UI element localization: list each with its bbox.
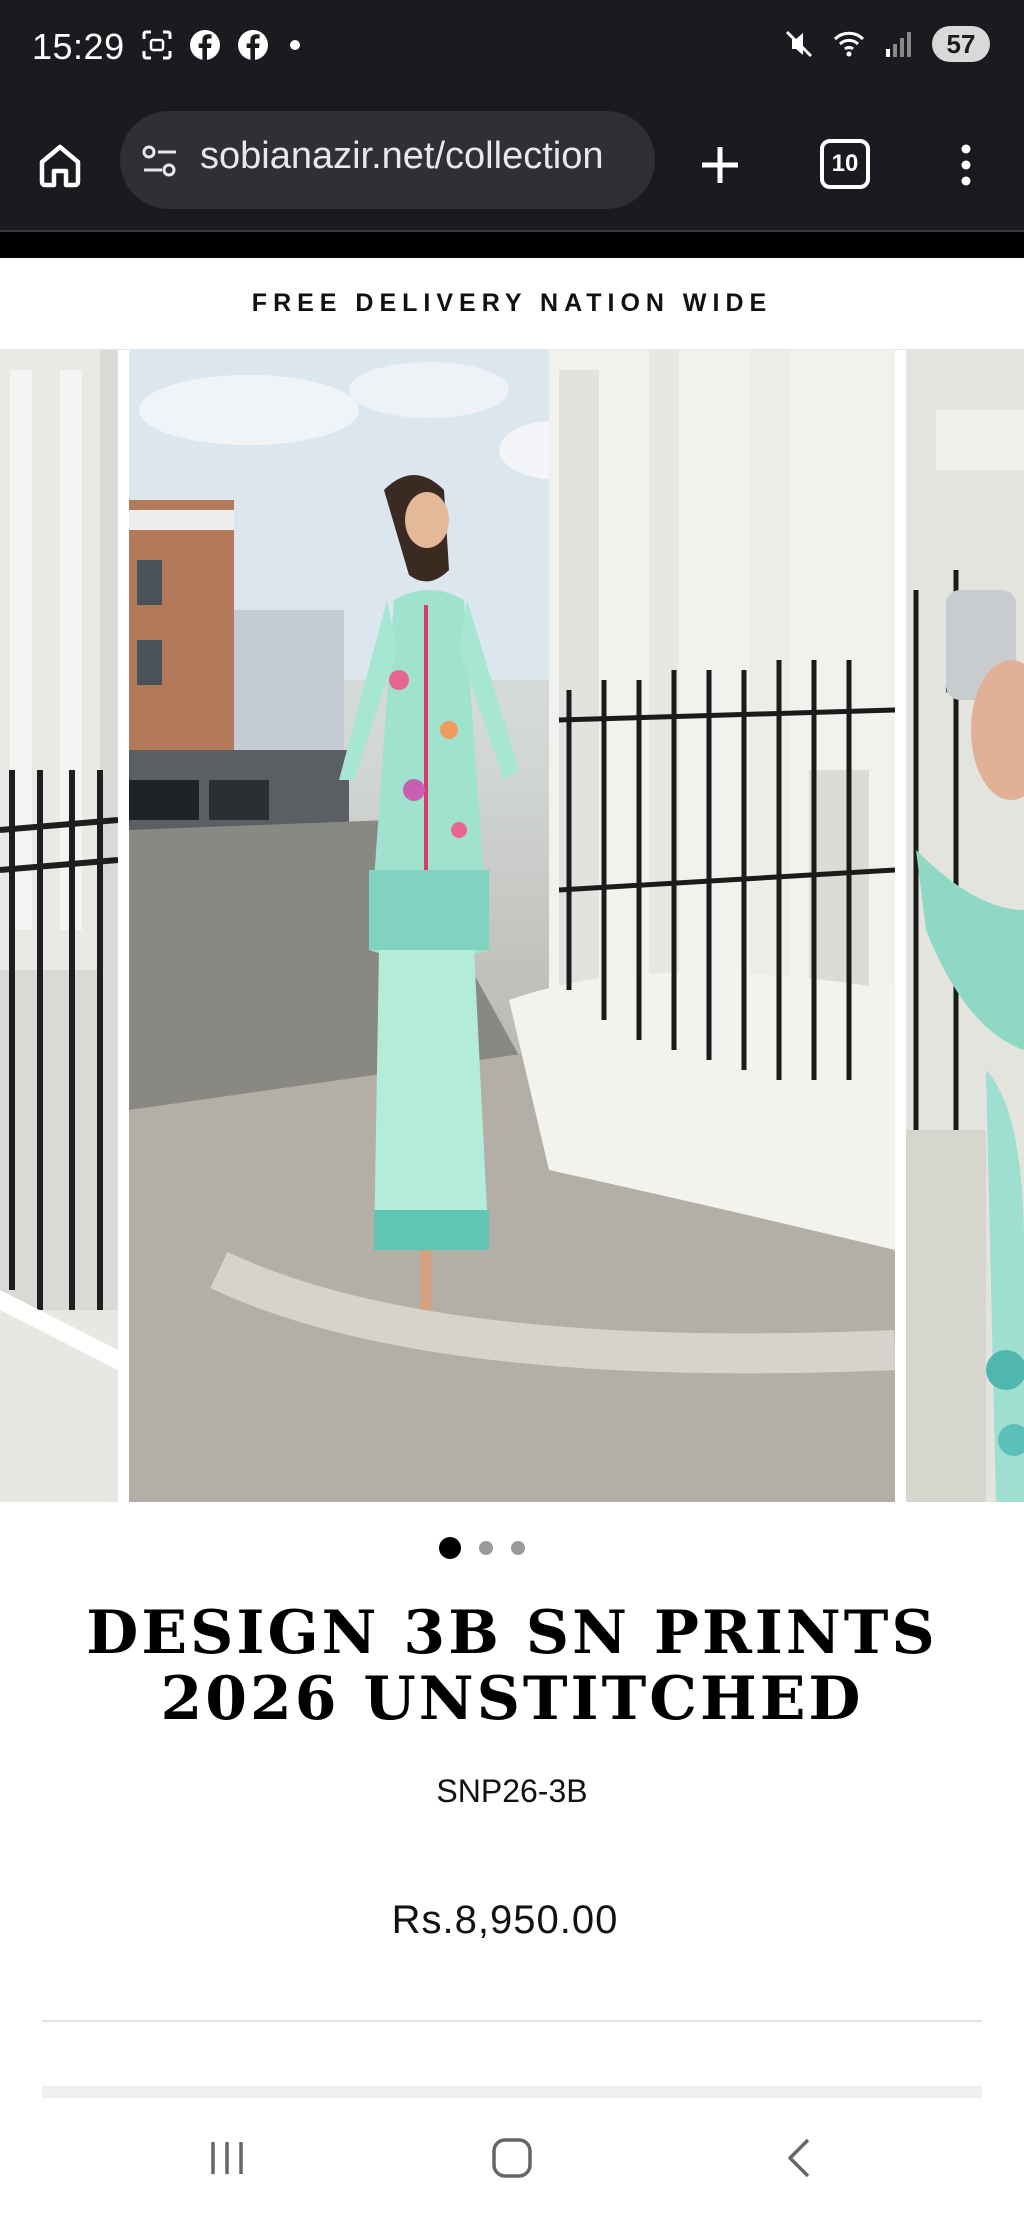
recents-icon — [211, 2142, 243, 2174]
address-bar[interactable]: sobianazir.net/collection — [120, 111, 655, 209]
menu-icon[interactable] — [946, 135, 986, 195]
screenshot-icon — [142, 30, 172, 60]
next-section-peek — [42, 2086, 982, 2098]
gallery-dot-2[interactable] — [479, 1541, 493, 1555]
facebook-icon — [190, 30, 220, 60]
home-nav-button[interactable] — [482, 2128, 542, 2188]
status-time: 15:29 — [32, 26, 125, 67]
wifi-icon — [833, 31, 865, 57]
recents-button[interactable] — [197, 2128, 257, 2188]
new-tab-icon[interactable] — [690, 135, 750, 195]
battery-indicator: 57 — [932, 26, 990, 62]
home-icon[interactable] — [30, 135, 90, 195]
back-icon — [788, 2138, 810, 2178]
system-nav-bar — [0, 2098, 1024, 2219]
site-header-strip — [0, 232, 1024, 258]
next-slide-image — [906, 350, 1024, 1502]
gallery-dot-1[interactable] — [439, 1537, 461, 1559]
status-left-icons — [140, 28, 300, 62]
mute-icon — [785, 30, 813, 58]
url-text[interactable]: sobianazir.net/collection — [200, 135, 603, 178]
site-settings-icon[interactable] — [138, 139, 182, 183]
back-button[interactable] — [770, 2128, 830, 2188]
product-title: DESIGN 3B SN PRINTS 2026 UNSTITCHED — [86, 1598, 938, 1734]
previous-slide-image — [0, 350, 118, 1502]
home-nav-icon — [492, 2138, 532, 2178]
notification-dot — [290, 40, 300, 50]
announcement-bar: FREE DELIVERY NATION WIDE — [0, 258, 1024, 350]
gallery-slide-main[interactable] — [129, 350, 895, 1502]
section-divider — [42, 2020, 982, 2022]
status-right-icons: 57 — [782, 26, 990, 62]
gallery-slide-previous[interactable] — [0, 350, 118, 1502]
status-bar: 15:29 57 — [0, 0, 1024, 100]
facebook-icon — [238, 30, 268, 60]
gallery-dot-3[interactable] — [511, 1541, 525, 1555]
gallery-pagination — [0, 1536, 994, 1560]
tab-switcher-button[interactable]: 10 — [820, 139, 870, 189]
product-model-image — [129, 350, 895, 1502]
browser-toolbar: sobianazir.net/collection 10 — [0, 100, 1024, 230]
gallery-slide-next[interactable] — [906, 350, 1024, 1502]
signal-icon — [886, 32, 911, 57]
product-price: Rs.8,950.00 — [391, 1898, 619, 1942]
product-sku: SNP26-3B — [436, 1773, 588, 1809]
product-gallery[interactable] — [0, 350, 1024, 1502]
announcement-text: FREE DELIVERY NATION WIDE — [251, 289, 773, 317]
